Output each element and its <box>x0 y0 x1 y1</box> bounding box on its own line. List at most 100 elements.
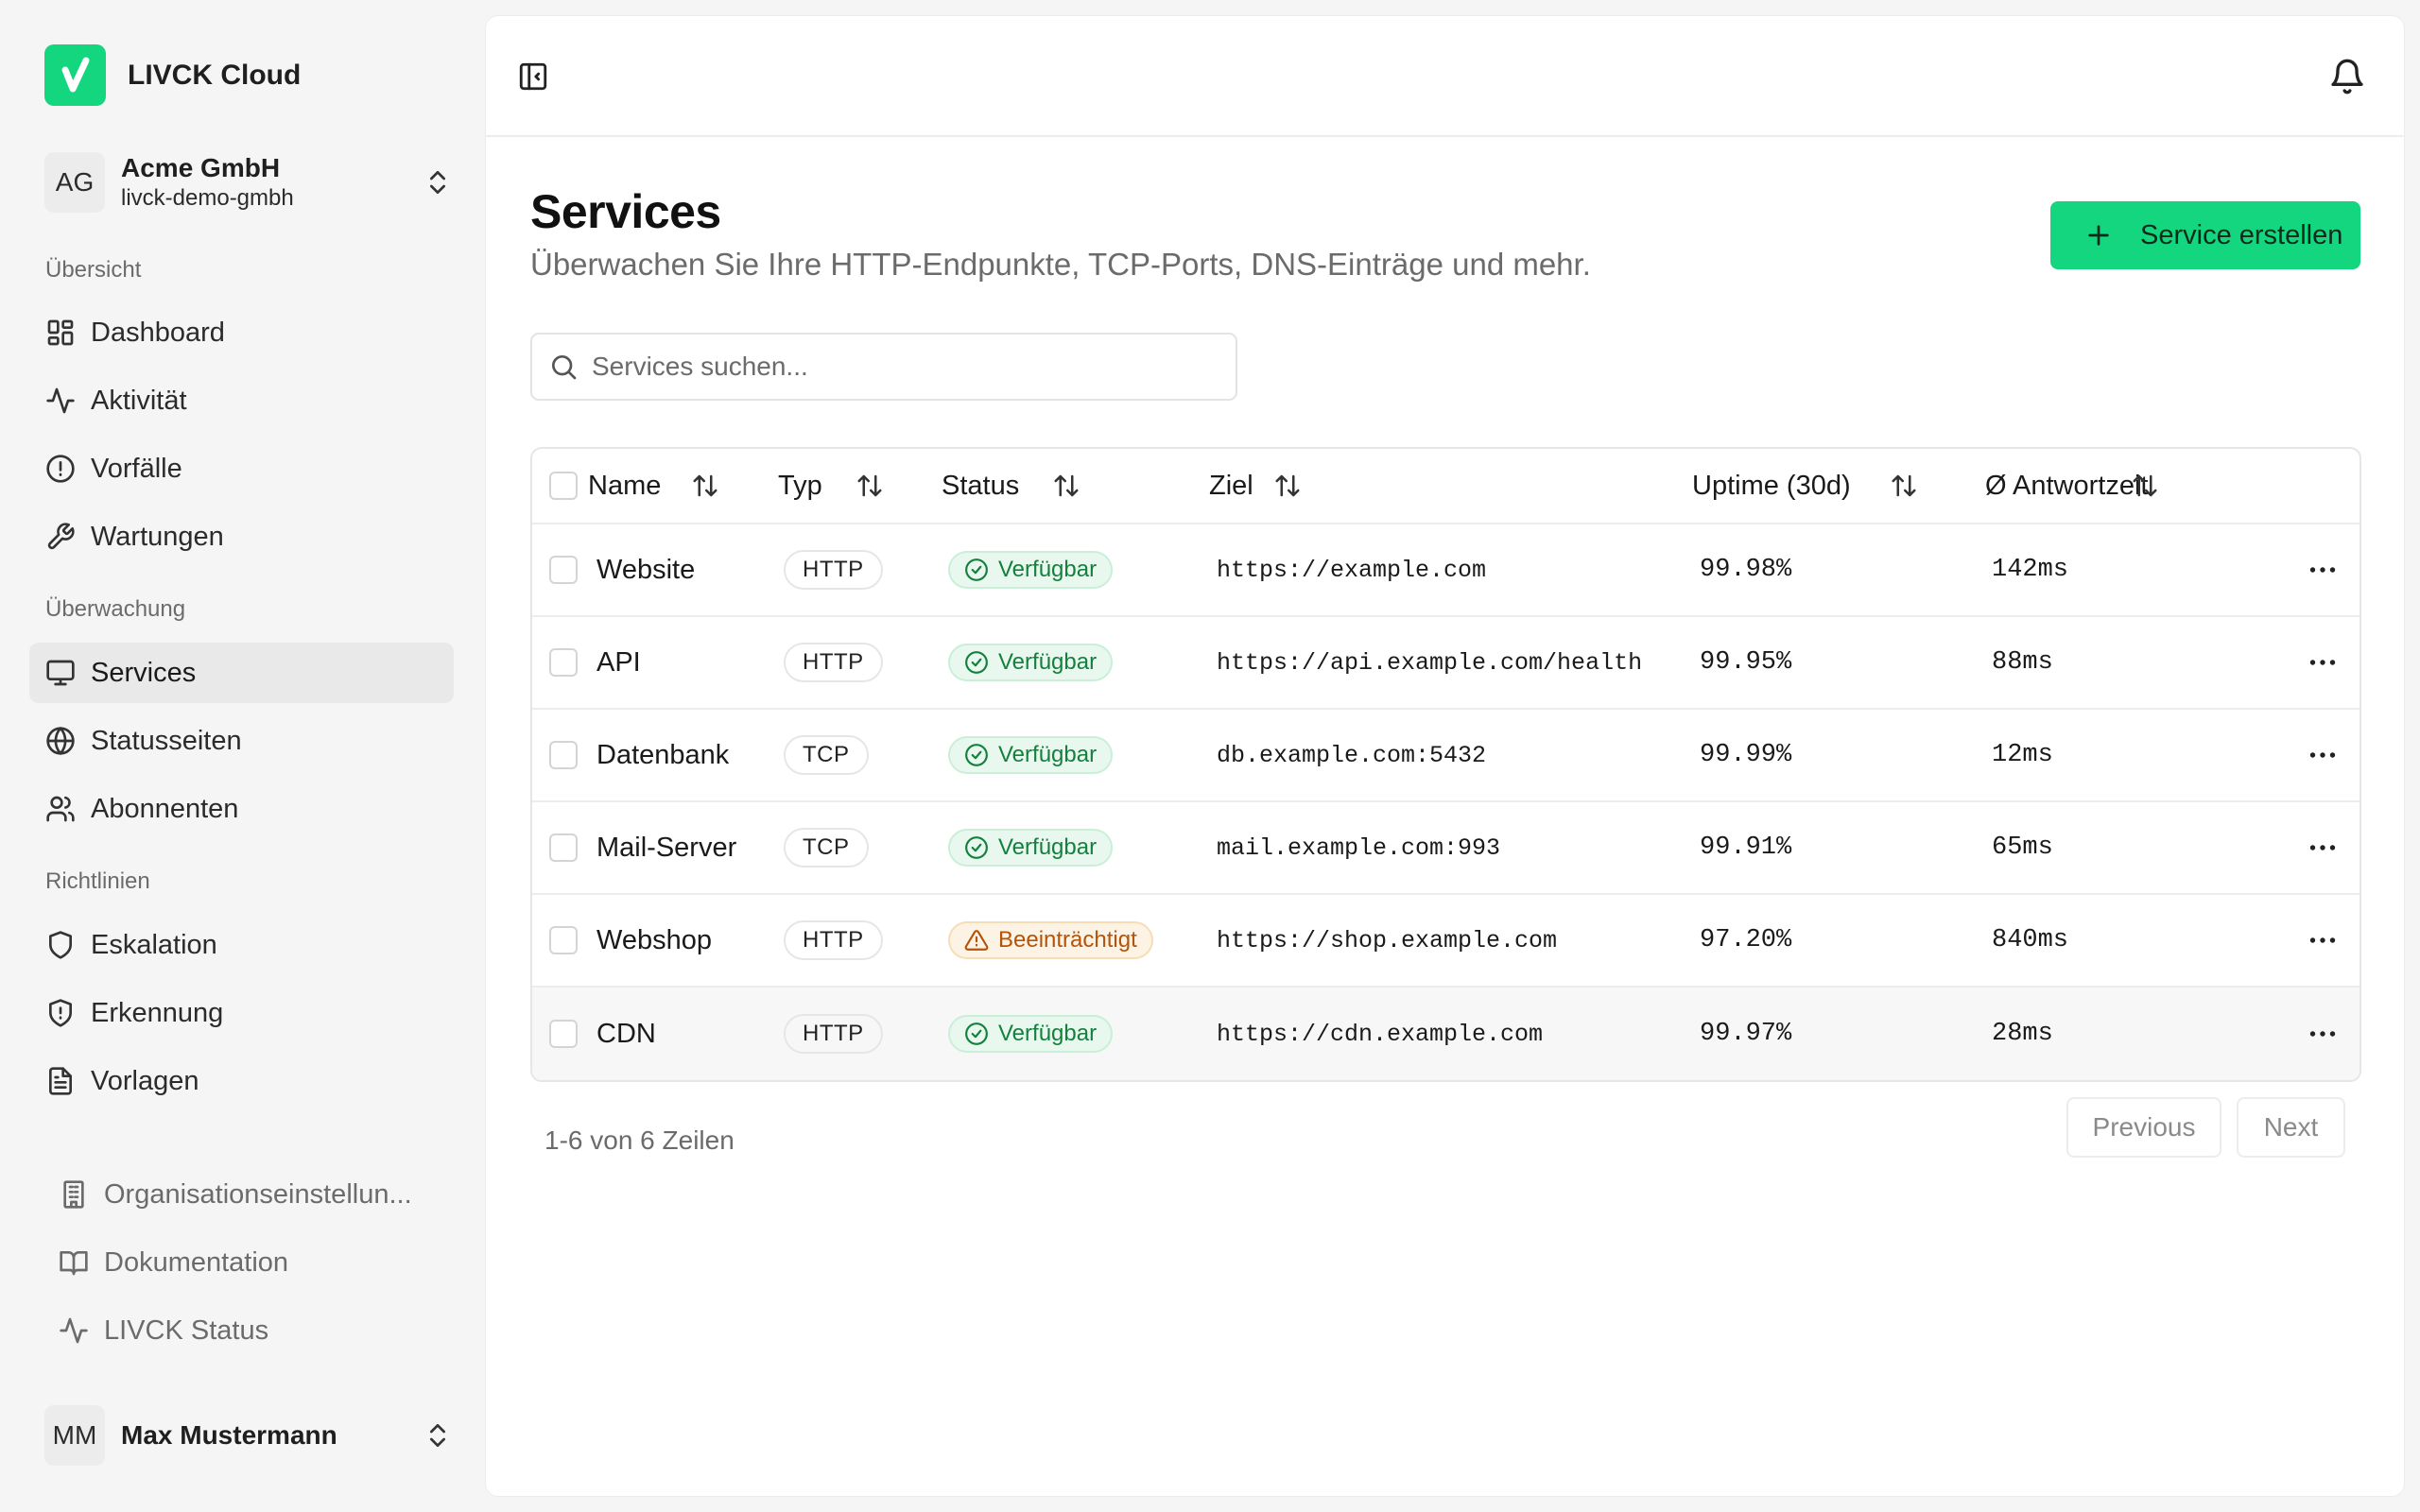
status-label: Beeinträchtigt <box>998 927 1137 953</box>
shield-icon <box>49 931 72 959</box>
previous-page-button[interactable]: Previous <box>2066 1097 2221 1158</box>
table-row[interactable]: Mail-Server TCP Verfügbar mail.example.c… <box>532 802 2360 895</box>
dashboard-grid-icon <box>47 319 74 346</box>
sort-icon[interactable] <box>2131 472 2159 500</box>
sidebar-item-status-pages[interactable]: Statusseiten <box>29 711 454 771</box>
user-menu[interactable]: MM Max Mustermann <box>44 1405 453 1466</box>
service-uptime: 99.91% <box>1700 833 1792 862</box>
service-type-badge: HTTP <box>784 643 883 682</box>
sidebar-item-templates[interactable]: Vorlagen <box>29 1051 454 1111</box>
table-row[interactable]: CDN HTTP Verfügbar https://cdn.example.c… <box>532 988 2360 1080</box>
check-circle-icon <box>965 836 988 859</box>
search-icon <box>552 355 577 380</box>
sidebar-item-subscribers[interactable]: Abonnenten <box>29 779 454 839</box>
table-row[interactable]: Website HTTP Verfügbar https://example.c… <box>532 524 2360 617</box>
sidebar-item-escalation[interactable]: Eskalation <box>29 915 454 975</box>
service-type-badge: HTTP <box>784 550 883 590</box>
sidebar-item-dashboard[interactable]: Dashboard <box>29 302 454 363</box>
status-label: Verfügbar <box>998 742 1098 767</box>
sort-icon[interactable] <box>1052 472 1080 500</box>
row-checkbox[interactable] <box>549 926 578 954</box>
table-row[interactable]: Webshop HTTP Beeinträchtigt https://shop… <box>532 895 2360 988</box>
sidebar-item-activity[interactable]: Aktivität <box>29 370 454 431</box>
service-target: https://shop.example.com <box>1217 926 1558 954</box>
status-badge: Verfügbar <box>948 551 1114 589</box>
sidebar-item-org-settings[interactable]: Organisationseinstellun... <box>44 1164 454 1225</box>
service-name[interactable]: Datenbank <box>596 740 729 771</box>
sort-icon[interactable] <box>691 472 719 500</box>
sidebar-item-documentation[interactable]: Dokumentation <box>44 1232 454 1293</box>
service-response-time: 65ms <box>1992 833 2053 862</box>
service-type-badge: TCP <box>784 828 869 868</box>
brand[interactable]: LIVCK Cloud <box>44 44 301 106</box>
row-checkbox[interactable] <box>549 833 578 862</box>
sidebar-item-label: Dashboard <box>91 317 225 348</box>
sidebar-item-label: LIVCK Status <box>104 1314 269 1346</box>
service-name[interactable]: API <box>596 647 641 679</box>
service-name[interactable]: Website <box>596 555 695 586</box>
service-uptime: 97.20% <box>1700 926 1792 954</box>
sort-icon[interactable] <box>856 472 884 500</box>
service-response-time: 142ms <box>1992 556 2069 584</box>
sort-icon[interactable] <box>1273 472 1302 500</box>
status-badge: Verfügbar <box>948 1015 1114 1053</box>
brand-name: LIVCK Cloud <box>128 59 302 91</box>
status-label: Verfügbar <box>998 649 1098 675</box>
service-response-time: 28ms <box>1992 1020 2053 1048</box>
monitor-icon <box>46 660 75 686</box>
org-switcher[interactable]: AG Acme GmbH livck-demo-gmbh <box>44 149 453 215</box>
sidebar-item-livck-status[interactable]: LIVCK Status <box>44 1300 454 1361</box>
sidebar-item-label: Dokumentation <box>104 1246 289 1278</box>
org-avatar: AG <box>44 152 105 213</box>
table-row[interactable]: API HTTP Verfügbar https://api.example.c… <box>532 617 2360 710</box>
row-checkbox[interactable] <box>549 1020 578 1048</box>
row-checkbox[interactable] <box>549 556 578 584</box>
alert-circle-icon <box>46 455 75 483</box>
table-row[interactable]: Datenbank TCP Verfügbar db.example.com:5… <box>532 710 2360 802</box>
sidebar-toggle-icon[interactable] <box>517 60 549 93</box>
next-page-button[interactable]: Next <box>2237 1097 2345 1158</box>
sidebar-item-maintenance[interactable]: Wartungen <box>29 507 454 567</box>
status-badge: Verfügbar <box>948 736 1114 774</box>
status-badge: Verfügbar <box>948 644 1114 681</box>
sidebar-item-label: Aktivität <box>91 385 187 416</box>
file-text-icon <box>49 1067 72 1095</box>
service-uptime: 99.98% <box>1700 556 1792 584</box>
more-actions-icon[interactable] <box>2306 553 2340 587</box>
sidebar-item-incidents[interactable]: Vorfälle <box>29 438 454 499</box>
sidebar-item-services[interactable]: Services <box>29 643 454 703</box>
more-actions-icon[interactable] <box>2306 923 2340 957</box>
select-all-checkbox[interactable] <box>549 472 578 500</box>
topbar <box>486 16 2404 137</box>
row-checkbox[interactable] <box>549 648 578 677</box>
service-target: mail.example.com:993 <box>1217 833 1501 862</box>
sort-icon[interactable] <box>1890 472 1918 500</box>
sidebar-item-detection[interactable]: Erkennung <box>29 983 454 1043</box>
sidebar: LIVCK Cloud AG Acme GmbH livck-demo-gmbh… <box>0 0 484 1512</box>
more-actions-icon[interactable] <box>2306 831 2340 865</box>
service-uptime: 99.97% <box>1700 1020 1792 1048</box>
column-header-type: Typ <box>778 470 822 501</box>
more-actions-icon[interactable] <box>2306 738 2340 772</box>
main-panel: Services Überwachen Sie Ihre HTTP-Endpun… <box>485 15 2405 1497</box>
search-box[interactable] <box>530 333 1237 401</box>
status-label: Verfügbar <box>998 557 1098 582</box>
org-slug: livck-demo-gmbh <box>121 185 294 211</box>
check-circle-icon <box>965 1022 988 1045</box>
service-name[interactable]: Mail-Server <box>596 833 736 864</box>
row-checkbox[interactable] <box>549 741 578 769</box>
more-actions-icon[interactable] <box>2306 1017 2340 1051</box>
column-header-response-time: Ø Antwortzeit <box>1985 470 2149 501</box>
page-subtitle: Überwachen Sie Ihre HTTP-Endpunkte, TCP-… <box>530 247 1591 282</box>
more-actions-icon[interactable] <box>2306 645 2340 679</box>
service-response-time: 840ms <box>1992 926 2069 954</box>
bell-icon[interactable] <box>2328 58 2366 95</box>
status-badge: Beeinträchtigt <box>948 921 1153 959</box>
sidebar-item-label: Wartungen <box>91 521 224 552</box>
service-name[interactable]: CDN <box>596 1019 656 1050</box>
status-badge: Verfügbar <box>948 829 1114 867</box>
search-input[interactable] <box>592 352 1206 382</box>
create-service-button[interactable]: Service erstellen <box>2050 201 2360 269</box>
service-target: https://api.example.com/health <box>1217 648 1643 677</box>
service-name[interactable]: Webshop <box>596 925 712 956</box>
